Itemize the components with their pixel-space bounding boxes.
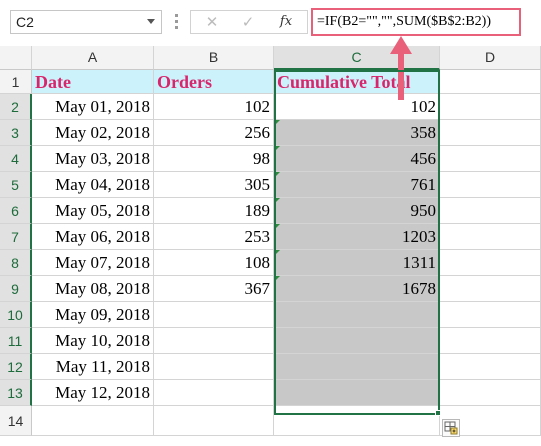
active-cell[interactable]: 102	[274, 94, 440, 120]
date-cell[interactable]: May 10, 2018	[32, 328, 154, 354]
formula-input[interactable]: =IF(B2="","",SUM($B$2:B2))	[311, 8, 521, 36]
cell[interactable]	[274, 406, 440, 436]
cell[interactable]	[440, 146, 541, 172]
date-cell[interactable]: May 11, 2018	[32, 354, 154, 380]
column-header-b[interactable]: B	[154, 46, 274, 70]
date-cell[interactable]: May 07, 2018	[32, 250, 154, 276]
error-indicator-icon	[274, 172, 280, 178]
date-cell[interactable]: May 05, 2018	[32, 198, 154, 224]
select-all-corner[interactable]	[0, 46, 32, 70]
arrow-up-icon	[390, 36, 412, 54]
orders-cell[interactable]	[154, 302, 274, 328]
drag-handle-icon[interactable]	[175, 14, 179, 30]
date-cell[interactable]: May 12, 2018	[32, 380, 154, 406]
cumulative-cell[interactable]: 1678	[274, 276, 440, 302]
cumulative-cell[interactable]	[274, 328, 440, 354]
cell[interactable]	[440, 302, 541, 328]
row-header[interactable]: 6	[0, 198, 32, 224]
row-header[interactable]: 9	[0, 276, 32, 302]
row-header[interactable]: 3	[0, 120, 32, 146]
error-indicator-icon	[274, 224, 280, 230]
date-cell[interactable]: May 04, 2018	[32, 172, 154, 198]
column-header-a[interactable]: A	[32, 46, 154, 70]
cell[interactable]	[440, 198, 541, 224]
date-cell[interactable]: May 01, 2018	[32, 94, 154, 120]
orders-cell[interactable]: 253	[154, 224, 274, 250]
name-box-value: C2	[16, 14, 34, 30]
row-header[interactable]: 5	[0, 172, 32, 198]
cumulative-cell[interactable]	[274, 354, 440, 380]
cumulative-cell[interactable]: 950	[274, 198, 440, 224]
cumulative-cell[interactable]	[274, 380, 440, 406]
date-cell[interactable]: May 02, 2018	[32, 120, 154, 146]
header-date[interactable]: Date	[32, 70, 154, 94]
orders-cell[interactable]: 189	[154, 198, 274, 224]
row-header[interactable]: 2	[0, 94, 32, 120]
error-indicator-icon	[274, 120, 280, 126]
row-header[interactable]: 8	[0, 250, 32, 276]
cumulative-cell[interactable]: 1311	[274, 250, 440, 276]
cell[interactable]	[440, 70, 541, 94]
row-header[interactable]: 11	[0, 328, 32, 354]
error-indicator-icon	[274, 250, 280, 256]
orders-cell[interactable]: 102	[154, 94, 274, 120]
cumulative-cell[interactable]: 358	[274, 120, 440, 146]
orders-cell[interactable]: 305	[154, 172, 274, 198]
formula-bar: C2 ✕ ✓ fx =IF(B2="","",SUM($B$2:B2))	[0, 0, 541, 46]
orders-cell[interactable]	[154, 380, 274, 406]
orders-cell[interactable]	[154, 328, 274, 354]
cumulative-cell[interactable]: 456	[274, 146, 440, 172]
insert-function-icon[interactable]: fx	[269, 11, 303, 33]
enter-check-icon[interactable]: ✓	[231, 11, 265, 33]
cancel-icon[interactable]: ✕	[195, 11, 229, 33]
orders-cell[interactable]: 367	[154, 276, 274, 302]
cell[interactable]	[440, 380, 541, 406]
cell[interactable]	[440, 94, 541, 120]
fill-handle[interactable]	[435, 410, 441, 416]
cell[interactable]	[440, 276, 541, 302]
cumulative-cell[interactable]	[274, 302, 440, 328]
annotation-arrow-shaft	[398, 52, 404, 100]
date-cell[interactable]: May 06, 2018	[32, 224, 154, 250]
cumulative-cell[interactable]: 1203	[274, 224, 440, 250]
orders-cell[interactable]: 256	[154, 120, 274, 146]
cell[interactable]	[440, 120, 541, 146]
row-header[interactable]: 10	[0, 302, 32, 328]
orders-cell[interactable]: 98	[154, 146, 274, 172]
cell[interactable]	[440, 250, 541, 276]
row-header[interactable]: 13	[0, 380, 32, 406]
formula-buttons: ✕ ✓ fx	[190, 10, 308, 34]
row-header[interactable]: 4	[0, 146, 32, 172]
orders-cell[interactable]	[154, 354, 274, 380]
cell[interactable]	[32, 406, 154, 436]
error-indicator-icon	[274, 146, 280, 152]
cell[interactable]	[440, 172, 541, 198]
quick-analysis-icon[interactable]	[442, 419, 460, 437]
date-cell[interactable]: May 08, 2018	[32, 276, 154, 302]
header-orders[interactable]: Orders	[154, 70, 274, 94]
date-cell[interactable]: May 09, 2018	[32, 302, 154, 328]
row-header[interactable]: 14	[0, 406, 32, 436]
cell[interactable]	[154, 406, 274, 436]
orders-cell[interactable]: 108	[154, 250, 274, 276]
date-cell[interactable]: May 03, 2018	[32, 146, 154, 172]
row-header[interactable]: 7	[0, 224, 32, 250]
row-header[interactable]: 1	[0, 70, 32, 94]
cumulative-cell[interactable]: 761	[274, 172, 440, 198]
error-indicator-icon	[274, 276, 280, 282]
cell[interactable]	[440, 354, 541, 380]
row-header[interactable]: 12	[0, 354, 32, 380]
name-box[interactable]: C2	[10, 10, 162, 34]
chevron-down-icon[interactable]	[147, 19, 155, 24]
cell[interactable]	[440, 224, 541, 250]
header-cumulative-total[interactable]: Cumulative Total	[274, 70, 440, 94]
error-indicator-icon	[274, 198, 280, 204]
column-header-d[interactable]: D	[440, 46, 541, 70]
cell[interactable]	[440, 328, 541, 354]
column-header-c[interactable]: C	[274, 46, 440, 70]
